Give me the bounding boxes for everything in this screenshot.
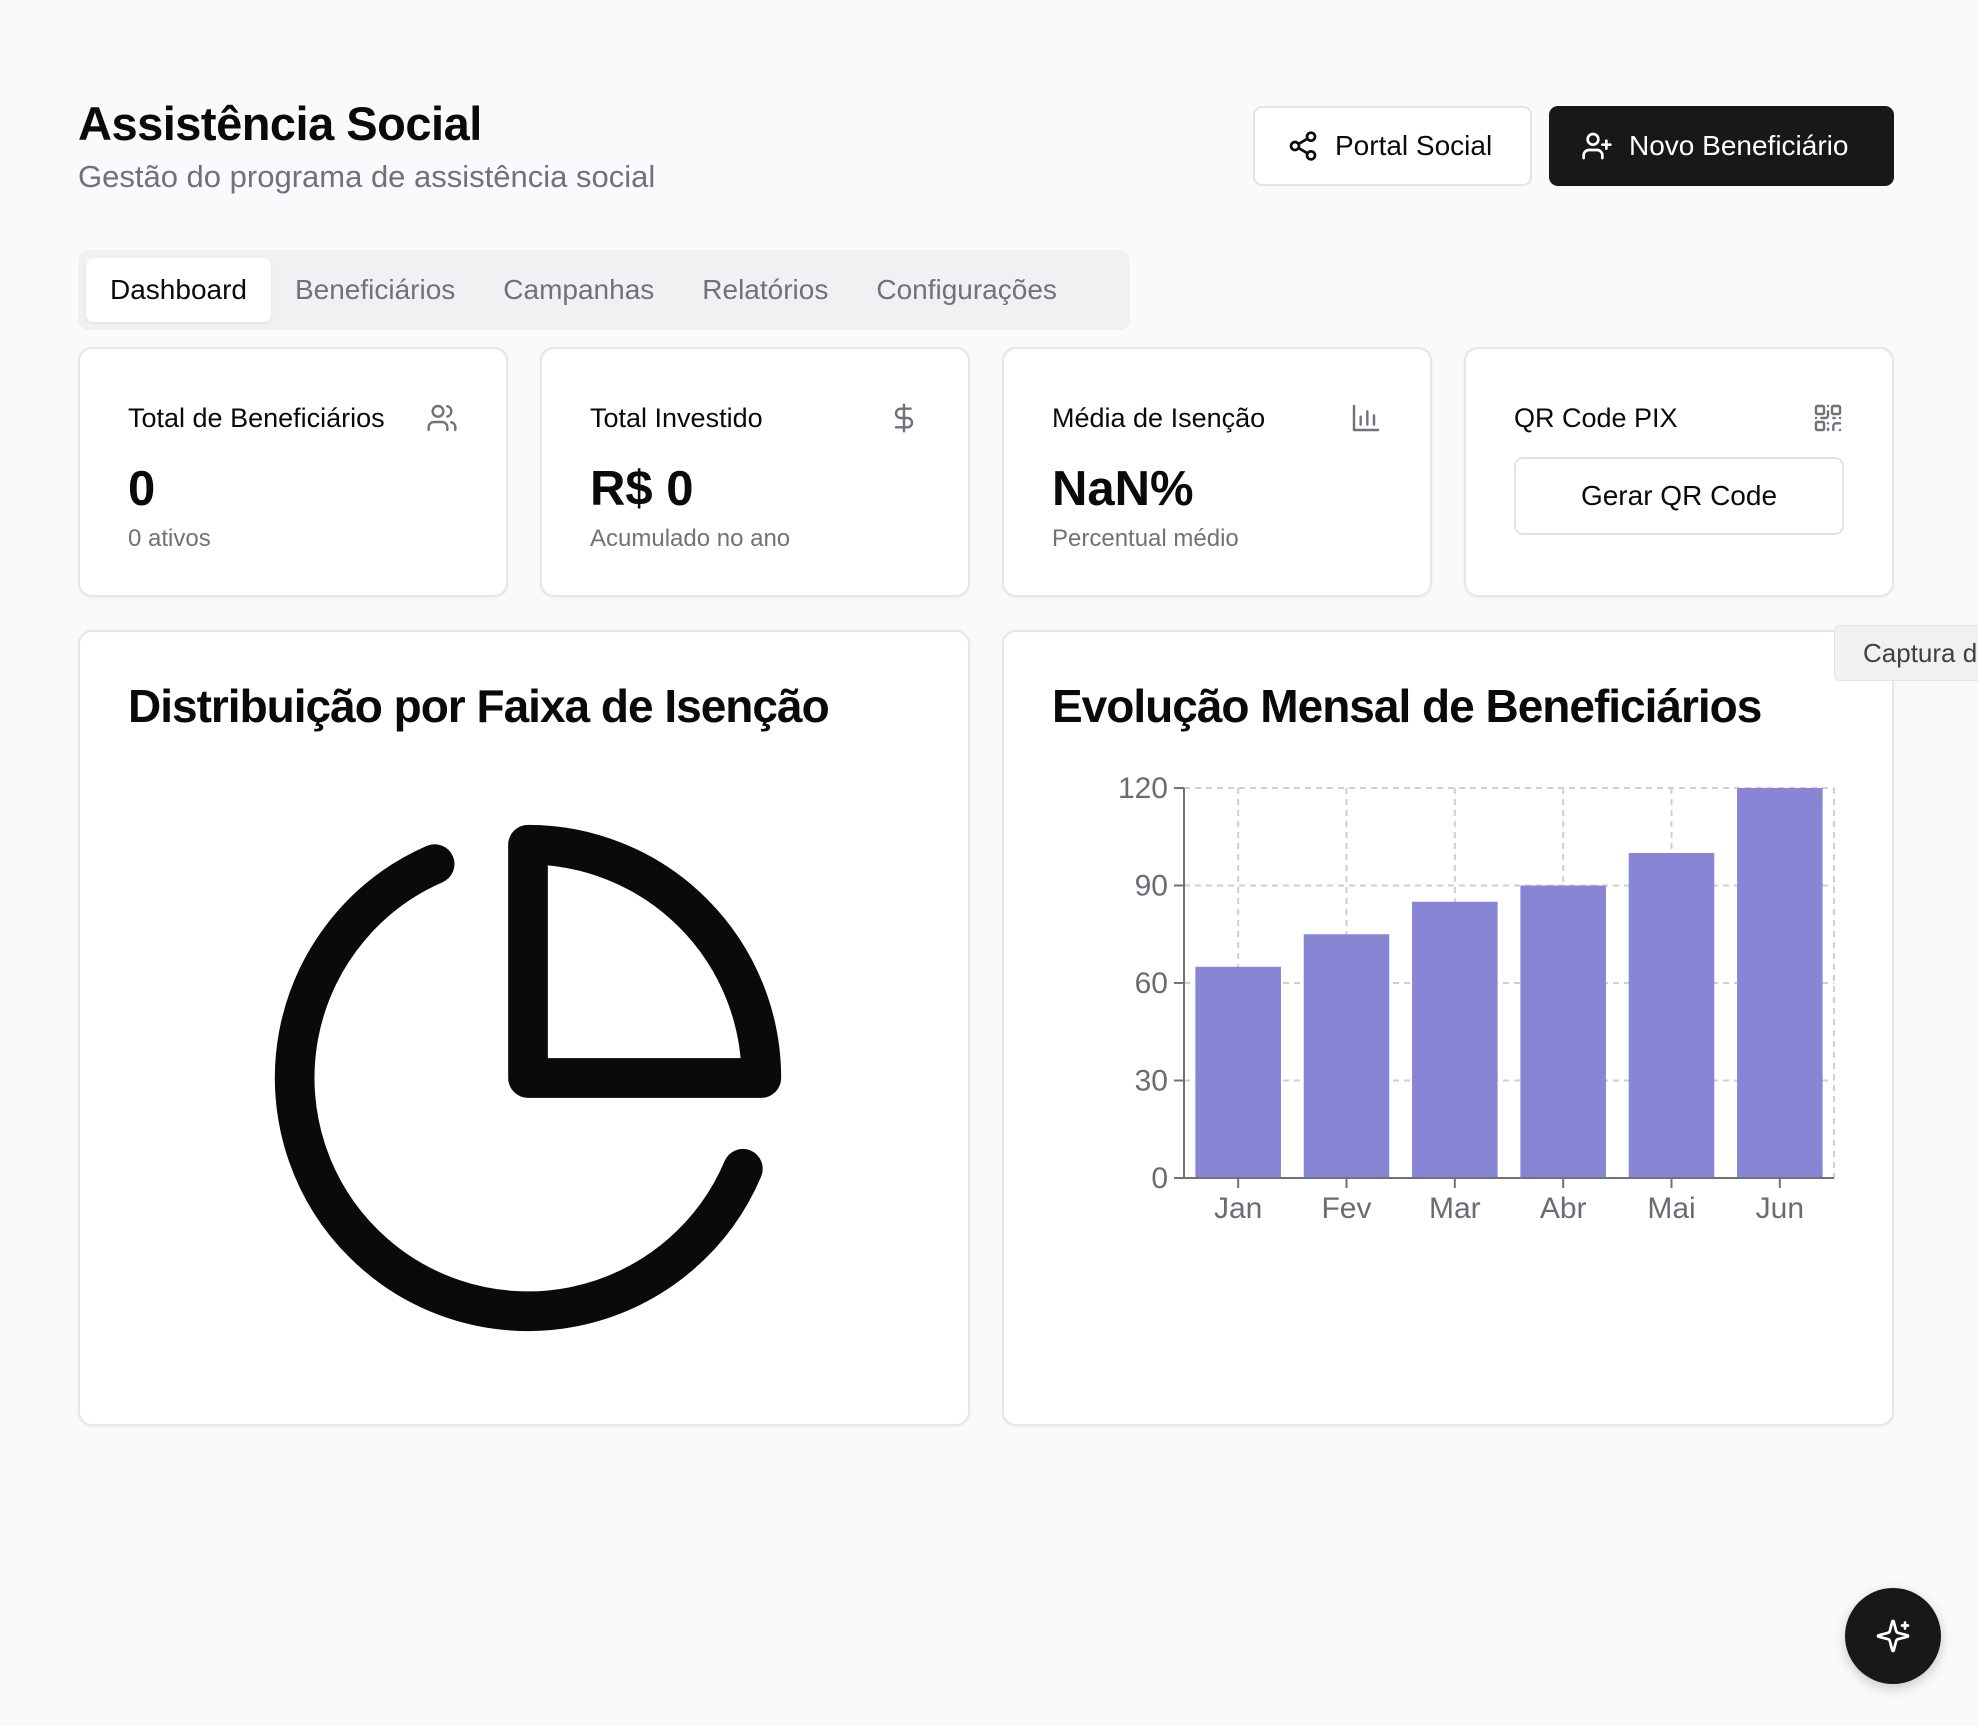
stat-card-pix: QR Code PIX Gerar QR Code [1464,347,1894,597]
x-tick-label: Jun [1756,1192,1804,1222]
stat-value: R$ 0 [590,462,694,516]
stat-card-invested: Total Investido R$ 0 Acumulado no ano [540,347,970,597]
stat-card-beneficiaries: Total de Beneficiários 0 0 ativos [78,347,508,597]
page-subtitle: Gestão do programa de assistência social [78,159,656,194]
x-tick-label: Fev [1321,1192,1371,1222]
portal-social-label: Portal Social [1335,130,1493,161]
new-beneficiary-button[interactable]: Novo Beneficiário [1549,106,1894,186]
x-tick-label: Mai [1647,1192,1695,1222]
evolution-title: Evolução Mensal de Beneficiários [1052,680,1762,732]
stat-subtext: Percentual médio [1052,525,1239,552]
portal-social-button[interactable]: Portal Social [1253,106,1532,186]
bar-jun [1737,788,1823,1178]
stat-value: 0 [128,462,156,516]
x-tick-label: Abr [1540,1192,1587,1222]
tab-beneficiarios[interactable]: Beneficiários [271,258,479,322]
qr-code-icon [1814,404,1842,432]
tab-configuracoes[interactable]: Configurações [852,258,1081,322]
pie-chart-icon [274,824,782,1332]
share-icon [1289,131,1317,161]
tab-campanhas[interactable]: Campanhas [479,258,678,322]
tab-relatorios[interactable]: Relatórios [678,258,852,322]
tab-dashboard[interactable]: Dashboard [86,258,271,322]
stat-value: NaN% [1052,462,1194,516]
y-tick-label: 30 [1135,1065,1168,1098]
x-tick-label: Jan [1214,1192,1262,1222]
page-header: Assistência Social Gestão do programa de… [78,96,655,196]
y-tick-label: 120 [1118,772,1168,805]
capture-tooltip: Captura d [1834,625,1978,681]
stat-subtext: Acumulado no ano [590,525,791,552]
stat-label: Média de Isenção [1052,402,1266,433]
distribution-panel: Distribuição por Faixa de Isenção [78,630,970,1426]
user-plus-icon [1582,132,1612,160]
stat-label: Total de Beneficiários [128,402,385,433]
page-title: Assistência Social [78,97,482,150]
sparkles-icon [1876,1619,1910,1653]
bar-mai [1628,853,1715,1178]
tab-list: Dashboard Beneficiários Campanhas Relató… [78,250,1130,330]
bar-chart: 0 30 60 90 120 Jan Fev Mar Abr Mai Jun [1118,772,1835,1222]
bar-abr [1520,885,1606,1178]
ai-assistant-button[interactable] [1845,1588,1941,1684]
stat-label: QR Code PIX [1514,402,1678,433]
stat-label: Total Investido [590,402,763,433]
x-tick-label: Mar [1429,1192,1481,1222]
generate-qr-button[interactable]: Gerar QR Code [1514,457,1844,535]
evolution-panel: Evolução Mensal de Beneficiários 0 30 60 90… [1002,630,1894,1426]
distribution-title: Distribuição por Faixa de Isenção [128,680,830,732]
y-tick-label: 90 [1135,870,1168,903]
y-tick-label: 0 [1151,1162,1168,1195]
bar-fev [1303,934,1390,1178]
bar-jan [1195,966,1281,1178]
dollar-icon [894,403,914,433]
y-tick-label: 60 [1135,967,1168,1000]
new-beneficiary-label: Novo Beneficiário [1629,130,1849,161]
stat-card-exemption: Média de Isenção NaN% Percentual médio [1002,347,1432,597]
bar-mar [1412,901,1498,1178]
bar-chart-icon [1352,404,1380,432]
stat-subtext: 0 ativos [128,525,211,552]
users-icon [427,404,457,432]
